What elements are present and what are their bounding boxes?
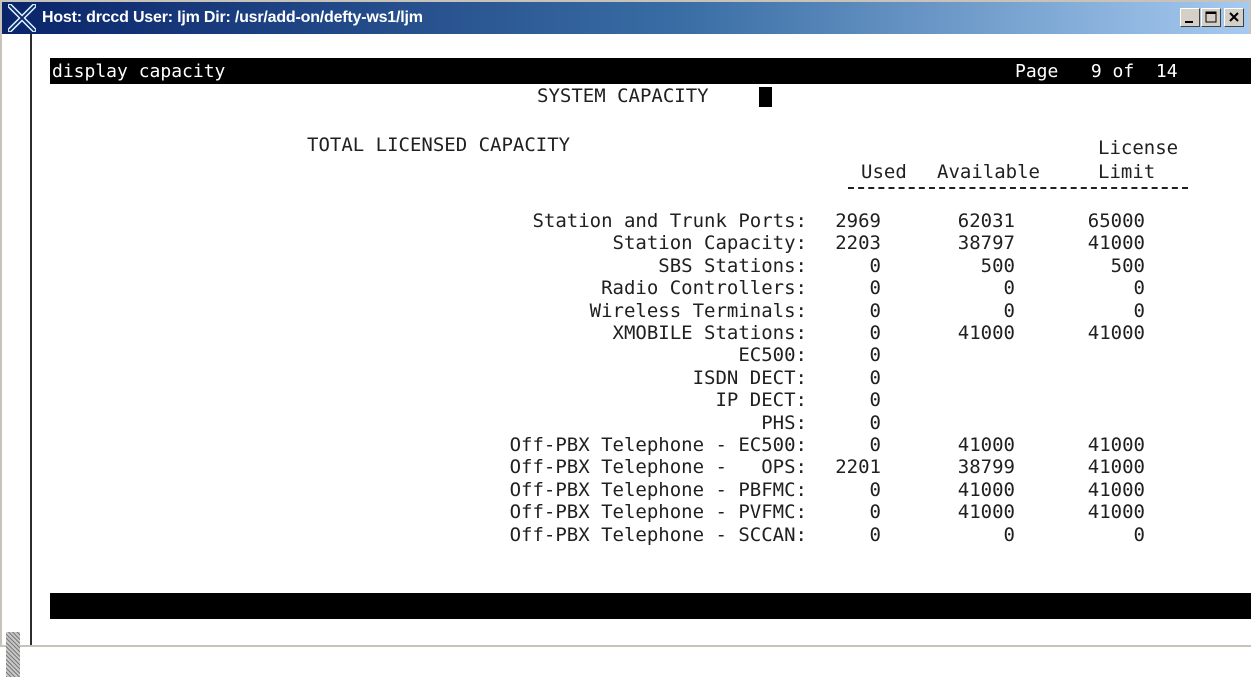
used-value: 0 xyxy=(869,322,881,344)
capacity-label: PHS: xyxy=(761,411,807,434)
available-value: 0 xyxy=(1003,299,1015,322)
available-value: 41000 xyxy=(957,501,1015,524)
close-button[interactable] xyxy=(1224,8,1244,27)
maximize-icon xyxy=(1205,11,1217,23)
close-icon xyxy=(1229,12,1239,22)
license-limit-value: 0 xyxy=(1133,277,1145,300)
available-value: 62031 xyxy=(957,210,1015,232)
capacity-label: ISDN DECT: xyxy=(692,366,807,389)
capacity-label: XMOBILE Stations: xyxy=(612,322,807,344)
available-value: 38797 xyxy=(957,232,1015,255)
license-limit-value: 0 xyxy=(1133,523,1145,546)
command-text: display capacity xyxy=(52,61,226,82)
capacity-label: Station and Trunk Ports: xyxy=(532,210,807,232)
used-value: 0 xyxy=(869,434,881,456)
used-value: 2969 xyxy=(835,210,881,232)
used-value: 0 xyxy=(869,523,881,546)
license-limit-value: 500 xyxy=(1110,254,1145,277)
column-header-license: License xyxy=(1098,137,1179,159)
license-limit-value: 41000 xyxy=(1087,456,1145,479)
capacity-label: Off-PBX Telephone - OPS: xyxy=(509,456,807,479)
capacity-label: IP DECT: xyxy=(715,389,807,412)
text-cursor xyxy=(759,87,772,107)
column-header-limit: Limit xyxy=(1098,161,1156,183)
used-value: 0 xyxy=(869,366,881,389)
available-value: 0 xyxy=(1003,523,1015,546)
header-divider xyxy=(848,187,1188,189)
used-value: 2201 xyxy=(835,456,881,479)
minimize-icon xyxy=(1185,21,1193,23)
available-value: 0 xyxy=(1003,277,1015,300)
window-title: Host: drccd User: ljm Dir: /usr/add-on/d… xyxy=(42,9,423,26)
capacity-label: EC500: xyxy=(738,344,807,367)
used-value: 0 xyxy=(869,501,881,524)
capacity-label: Off-PBX Telephone - PBFMC: xyxy=(509,478,807,501)
x-terminal-icon[interactable] xyxy=(8,4,36,32)
section-title: TOTAL LICENSED CAPACITY xyxy=(307,134,571,156)
page-indicator: Page 9 of 14 xyxy=(1015,61,1178,82)
capacity-label: Radio Controllers: xyxy=(601,277,807,300)
title-bar[interactable]: Host: drccd User: ljm Dir: /usr/add-on/d… xyxy=(2,2,1249,34)
used-value: 2203 xyxy=(835,232,881,255)
used-value: 0 xyxy=(869,277,881,300)
left-rail xyxy=(2,34,20,677)
capacity-label: Off-PBX Telephone - SCCAN: xyxy=(509,523,807,546)
license-limit-value: 41000 xyxy=(1087,232,1145,255)
license-limit-value: 41000 xyxy=(1087,322,1145,344)
maximize-button[interactable] xyxy=(1201,8,1221,27)
license-limit-value: 41000 xyxy=(1087,434,1145,456)
available-value: 41000 xyxy=(957,478,1015,501)
screen-title: SYSTEM CAPACITY xyxy=(537,85,709,107)
available-value: 500 xyxy=(980,254,1015,277)
available-value: 41000 xyxy=(957,322,1015,344)
license-limit-value: 0 xyxy=(1133,299,1145,322)
capacity-label: Off-PBX Telephone - PVFMC: xyxy=(509,501,807,524)
status-bar xyxy=(50,593,1251,619)
used-value: 0 xyxy=(869,389,881,412)
available-value: 38799 xyxy=(957,456,1015,479)
used-value: 0 xyxy=(869,478,881,501)
column-header-available: Available xyxy=(937,161,1040,183)
license-limit-value: 41000 xyxy=(1087,478,1145,501)
license-limit-value: 41000 xyxy=(1087,501,1145,524)
used-value: 0 xyxy=(869,344,881,367)
minimize-button[interactable] xyxy=(1180,8,1200,27)
terminal-window: Host: drccd User: ljm Dir: /usr/add-on/d… xyxy=(0,0,1251,677)
terminal-screen[interactable]: display capacity Page 9 of 14 SYSTEM CAP… xyxy=(30,34,1251,645)
capacity-label: Station Capacity: xyxy=(612,232,807,255)
used-value: 0 xyxy=(869,254,881,277)
used-value: 0 xyxy=(869,299,881,322)
scrollbar-thumb[interactable] xyxy=(6,632,20,677)
license-limit-value: 65000 xyxy=(1087,210,1145,232)
capacity-label: SBS Stations: xyxy=(658,254,807,277)
capacity-label: Wireless Terminals: xyxy=(589,299,807,322)
column-header-used: Used xyxy=(861,161,907,183)
used-value: 0 xyxy=(869,411,881,434)
capacity-label: Off-PBX Telephone - EC500: xyxy=(509,434,807,456)
available-value: 41000 xyxy=(957,434,1015,456)
